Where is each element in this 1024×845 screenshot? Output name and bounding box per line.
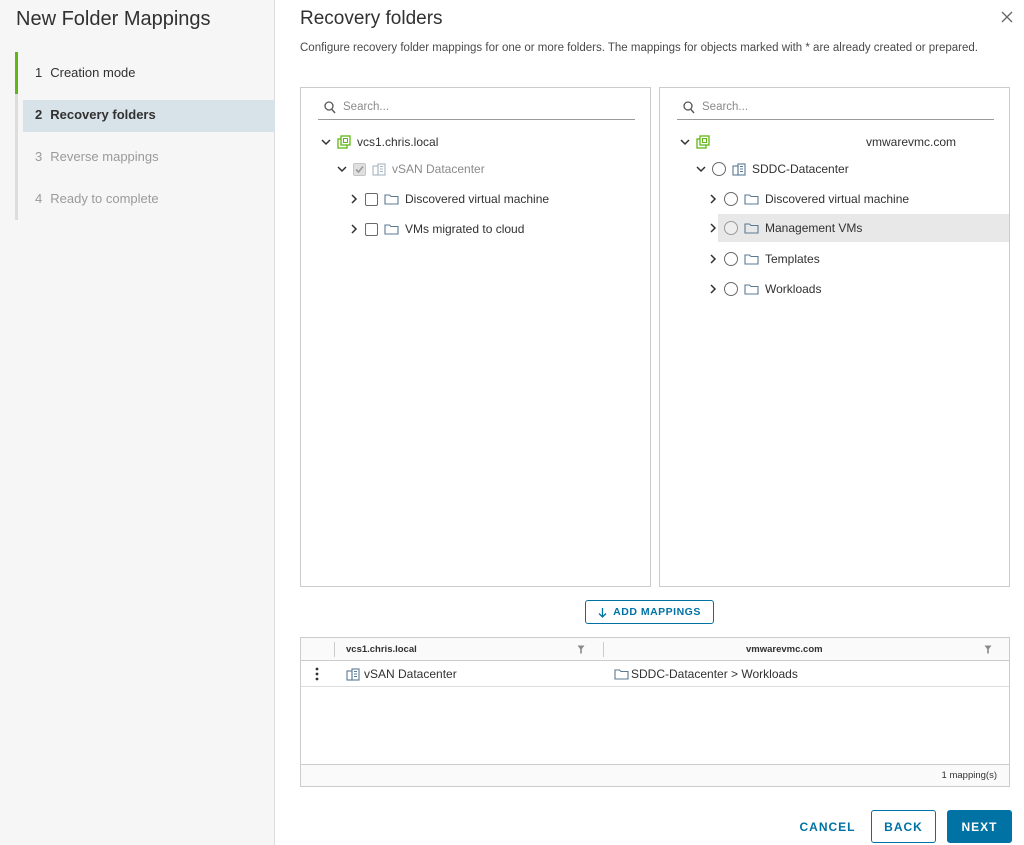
back-button[interactable]: BACK [871, 810, 936, 843]
tree-node-vcenter[interactable]: vcs1.chris.local [319, 128, 438, 156]
folder-icon [384, 223, 399, 235]
tree-node-label: vmwarevmc.com [866, 135, 957, 149]
arrow-down-icon [598, 607, 607, 618]
chevron-down-icon[interactable] [319, 138, 333, 146]
source-search-input[interactable] [343, 101, 623, 113]
tree-node-label: Discovered virtual machine [765, 192, 910, 206]
folder-radio[interactable] [724, 282, 738, 296]
step-label: Reverse mappings [50, 149, 159, 164]
tree-node-label: Discovered virtual machine [405, 192, 550, 206]
table-row[interactable]: vSAN Datacenter SDDC-Datacenter > Worklo… [301, 661, 1009, 687]
tree-node-datacenter[interactable]: vSAN Datacenter [335, 155, 485, 183]
column-separator [603, 642, 604, 657]
folder-icon [744, 193, 759, 205]
tree-node-folder[interactable]: Workloads [706, 275, 821, 303]
folder-icon [384, 193, 399, 205]
step-creation-mode[interactable]: 1 Creation mode [15, 52, 275, 94]
step-reverse-mappings: 3 Reverse mappings [15, 136, 275, 178]
chevron-right-icon[interactable] [706, 284, 720, 294]
tree-node-folder[interactable]: VMs migrated to cloud [347, 215, 524, 243]
tree-node-label: SDDC-Datacenter [752, 162, 849, 176]
chevron-right-icon[interactable] [347, 194, 361, 204]
column-separator [334, 642, 335, 657]
source-value: vSAN Datacenter [364, 667, 457, 681]
page-title: Recovery folders [300, 8, 443, 29]
step-label: Ready to complete [50, 191, 159, 206]
target-search [677, 98, 994, 120]
tree-node-label: Workloads [765, 282, 822, 296]
datacenter-checkbox [353, 162, 366, 176]
folder-icon [614, 668, 629, 680]
target-tree-panel: vmwarevmc.com SDDC-Datacenter Discovered… [659, 87, 1010, 587]
target-cell: SDDC-Datacenter > Workloads [614, 661, 798, 687]
datacenter-icon [732, 162, 746, 176]
wizard-title: New Folder Mappings [16, 8, 211, 30]
step-ready-to-complete: 4 Ready to complete [15, 178, 275, 220]
vcenter-icon [696, 135, 710, 149]
step-label: Recovery folders [50, 107, 156, 122]
page-description: Configure recovery folder mappings for o… [300, 42, 978, 54]
wizard-steps: 1 Creation mode 2 Recovery folders 3 Revers… [15, 52, 275, 220]
tree-node-label: Management VMs [765, 221, 863, 235]
datacenter-icon [372, 162, 386, 176]
step-recovery-folders[interactable]: 2 Recovery folders [15, 94, 275, 136]
target-value: SDDC-Datacenter > Workloads [631, 667, 798, 681]
tree-node-folder-highlighted[interactable]: Management VMs [709, 214, 1009, 242]
grid-footer: 1 mapping(s) [301, 764, 1009, 786]
filter-icon[interactable] [577, 645, 585, 657]
folder-icon [744, 253, 759, 265]
chevron-right-icon[interactable] [706, 223, 720, 233]
filter-icon[interactable] [984, 645, 992, 657]
close-icon [1001, 11, 1013, 23]
close-button[interactable] [1000, 10, 1018, 28]
vcenter-icon [337, 135, 351, 149]
step-number: 1 [35, 65, 43, 80]
column-header-target[interactable]: vmwarevmc.com [746, 638, 823, 661]
step-label: Creation mode [50, 65, 136, 80]
step-number: 4 [35, 191, 43, 206]
wizard-sidebar: New Folder Mappings 1 Creation mode 2 Reco… [0, 0, 275, 845]
chevron-down-icon[interactable] [335, 165, 349, 173]
tree-node-vcenter[interactable]: vmwarevmc.com [678, 128, 978, 156]
grid-header: vcs1.chris.local vmwarevmc.com [301, 638, 1009, 661]
tree-node-folder[interactable]: Discovered virtual machine [706, 185, 909, 213]
source-search [318, 98, 635, 120]
tree-node-label: VMs migrated to cloud [405, 222, 525, 236]
folder-radio[interactable] [724, 221, 738, 235]
source-tree-panel: vcs1.chris.local vSAN Datacenter Discove… [300, 87, 651, 587]
step-number: 2 [35, 107, 43, 122]
tree-node-folder[interactable]: Templates [706, 245, 820, 273]
target-search-input[interactable] [702, 101, 982, 113]
search-icon [683, 101, 695, 117]
chevron-right-icon[interactable] [706, 194, 720, 204]
tree-node-label: Templates [765, 252, 820, 266]
source-cell: vSAN Datacenter [346, 661, 457, 687]
cancel-button[interactable]: CANCEL [790, 810, 865, 843]
datacenter-icon [346, 667, 360, 681]
folder-checkbox[interactable] [365, 192, 378, 206]
add-mappings-label: ADD MAPPINGS [613, 606, 701, 618]
folder-icon [744, 283, 759, 295]
folder-checkbox[interactable] [365, 222, 378, 236]
column-header-source[interactable]: vcs1.chris.local [346, 638, 417, 661]
next-button[interactable]: NEXT [947, 810, 1012, 843]
add-mappings-button[interactable]: ADD MAPPINGS [585, 600, 714, 624]
chevron-down-icon[interactable] [678, 138, 692, 146]
more-vertical-icon [315, 667, 319, 681]
tree-node-label: vSAN Datacenter [392, 162, 485, 176]
mappings-grid: vcs1.chris.local vmwarevmc.com vSAN Data… [300, 637, 1010, 787]
chevron-down-icon[interactable] [694, 165, 708, 173]
chevron-right-icon[interactable] [706, 254, 720, 264]
folder-radio[interactable] [724, 252, 738, 266]
chevron-right-icon[interactable] [347, 224, 361, 234]
tree-node-datacenter[interactable]: SDDC-Datacenter [694, 155, 849, 183]
datacenter-radio[interactable] [712, 162, 726, 176]
search-icon [324, 101, 336, 117]
folder-icon [744, 222, 759, 234]
step-number: 3 [35, 149, 43, 164]
folder-radio[interactable] [724, 192, 738, 206]
tree-node-folder[interactable]: Discovered virtual machine [347, 185, 549, 213]
tree-node-label: vcs1.chris.local [357, 135, 439, 149]
row-actions-button[interactable] [315, 661, 319, 687]
